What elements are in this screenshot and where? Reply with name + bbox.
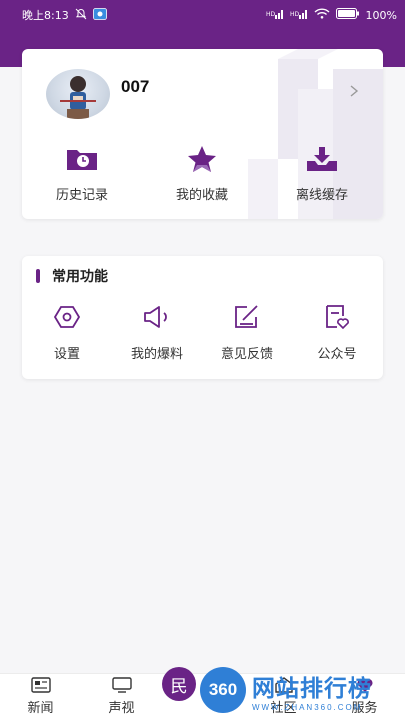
my-reports-label: 我的爆料 <box>130 347 183 362</box>
section-accent-bar <box>36 269 40 283</box>
edit-icon <box>233 304 261 330</box>
signal-icon-2: HD <box>290 9 308 22</box>
chevron-right-icon[interactable] <box>349 83 359 97</box>
watermark-title: 网站排行榜 <box>252 675 372 702</box>
quick-actions: 历史记录 我的收藏 离线缓存 <box>22 145 383 205</box>
tab-news[interactable]: 新闻 <box>0 676 81 716</box>
functions-title: 常用功能 <box>52 269 108 285</box>
battery-percent: 100% <box>365 8 397 22</box>
profile-card: 007 历史记录 我的收藏 离线缓存 <box>22 49 383 219</box>
watermark-subtitle: WWW.ZHAN360.COM <box>252 702 363 712</box>
svg-text:HD: HD <box>290 11 300 18</box>
tab-audio-video-label: 声视 <box>108 701 135 716</box>
history-label: 历史记录 <box>55 188 108 203</box>
feedback-label: 意见反馈 <box>220 347 273 362</box>
username[interactable]: 007 <box>121 77 149 97</box>
settings-hexagon-icon <box>53 304 81 330</box>
center-label: 民 <box>170 676 188 697</box>
avatar[interactable] <box>46 69 110 119</box>
status-time: 晚上8:13 <box>22 9 69 22</box>
watermark: 360 网站排行榜 WWW.ZHAN360.COM <box>200 660 405 720</box>
watermark-text: 网站排行榜 WWW.ZHAN360.COM <box>252 669 372 712</box>
settings-label: 设置 <box>53 347 80 362</box>
func-item-official-account[interactable]: 公众号 <box>292 304 382 364</box>
history-icon <box>65 145 99 173</box>
official-account-label: 公众号 <box>317 347 357 362</box>
status-left: 晚上8:13 <box>22 7 107 23</box>
center-icon[interactable]: 民 <box>162 667 196 701</box>
quick-item-history[interactable]: 历史记录 <box>22 145 142 205</box>
download-tray-icon <box>305 145 339 173</box>
tab-audio-video[interactable]: 声视 <box>81 676 162 716</box>
status-bar: 晚上8:13 HD HD 100% <box>0 0 405 30</box>
quick-item-offline-cache[interactable]: 离线缓存 <box>262 145 382 205</box>
app-notification-icon <box>92 7 107 23</box>
watermark-badge: 360 <box>200 667 246 713</box>
tv-icon <box>111 676 133 694</box>
func-item-feedback[interactable]: 意见反馈 <box>202 304 292 364</box>
func-item-my-reports[interactable]: 我的爆料 <box>112 304 202 364</box>
star-icon <box>185 145 219 173</box>
mute-bell-icon <box>75 8 87 23</box>
offline-cache-label: 离线缓存 <box>295 188 348 203</box>
heart-card-icon <box>323 304 351 330</box>
tab-news-label: 新闻 <box>27 701 54 716</box>
signal-icon: HD <box>266 9 284 22</box>
favorites-label: 我的收藏 <box>175 188 228 203</box>
speaker-icon <box>143 304 171 330</box>
news-icon <box>30 676 52 694</box>
svg-text:HD: HD <box>266 11 276 18</box>
functions-card: 常用功能 设置 我的爆料 意见反馈 公众号 <box>22 256 383 379</box>
battery-icon <box>335 8 360 22</box>
func-item-settings[interactable]: 设置 <box>22 304 112 364</box>
functions-row: 设置 我的爆料 意见反馈 公众号 <box>22 304 383 364</box>
wifi-icon <box>314 8 330 22</box>
status-right: HD HD 100% <box>266 8 397 22</box>
quick-item-favorites[interactable]: 我的收藏 <box>142 145 262 205</box>
